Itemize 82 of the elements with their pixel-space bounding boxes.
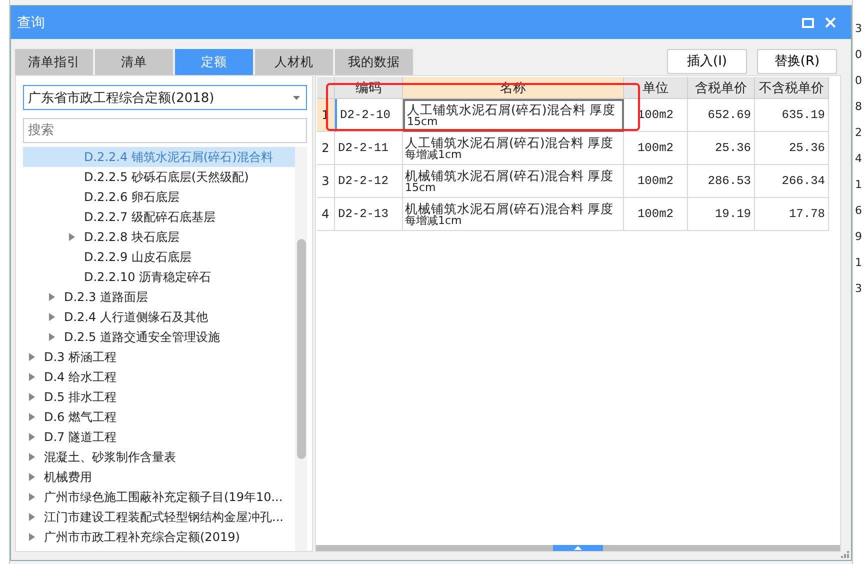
column-header: 含税单价 [688,77,755,99]
expand-arrow-icon[interactable] [29,353,35,361]
tree-item[interactable]: D.2.2.10 沥青稳定碎石 [23,267,295,287]
action-button[interactable]: 替换(R) [757,48,837,74]
expand-arrow-icon[interactable] [29,473,35,481]
sheet-cell-text: 2 [854,126,863,141]
library-select[interactable]: 广东省市政工程综合定额(2018) [23,85,307,110]
table-cell: 17.78 [755,198,829,231]
table-cell: 100m2 [624,132,688,165]
tab[interactable]: 清单 [95,49,173,75]
search-field[interactable]: 搜索 [23,118,307,143]
tree-item[interactable]: D.2.4 人行道侧缘石及其他 [23,307,295,327]
tree-item[interactable]: D.6 燃气工程 [23,407,295,427]
window-title: 查询 [17,14,46,32]
table-cell: 100m2 [624,99,688,132]
tree-item[interactable]: D.2.2.8 块石底层 [23,227,295,247]
tree-item[interactable]: D.2.5 道路交通安全管理设施 [23,327,295,347]
tab[interactable]: 人材机 [255,49,333,75]
expand-arrow-icon[interactable] [69,233,75,241]
expand-arrow-icon[interactable] [29,433,35,441]
column-header: 不含税单价 [755,77,829,99]
tree-item[interactable]: D.2.3 道路面层 [23,287,295,307]
sheet-cell-text: 3 [854,282,863,297]
action-button[interactable]: 插入(I) [667,48,747,74]
row-number: 3 [317,165,335,198]
sheet-cell-text: 3 [854,22,863,37]
expand-arrow-icon[interactable] [49,313,55,321]
table-cell: 635.19 [755,99,829,132]
tree-item[interactable]: D.4 给水工程 [23,367,295,387]
table-cell: D2-2-11 [335,132,403,165]
sheet-cell-text: 0 [854,74,863,89]
tree-item[interactable]: 广州市绿色施工围蔽补充定额子目(19年10... [23,487,295,507]
tree-item[interactable]: 广州市市政工程补充综合定额(2019) [23,527,295,547]
tree-item[interactable]: D.2.2.6 卵石底层 [23,187,295,207]
row-number: 4 [317,198,335,231]
tree-item[interactable]: D.2.2.9 山皮石底层 [23,247,295,267]
expand-arrow-icon[interactable] [29,393,35,401]
tree-item[interactable]: D.5 排水工程 [23,387,295,407]
table-cell: D2-2-13 [335,198,403,231]
table-cell: 100m2 [624,165,688,198]
expand-arrow-icon[interactable] [29,493,35,501]
table-cell: 19.19 [688,198,755,231]
table-cell: 266.34 [755,165,829,198]
expand-arrow-icon[interactable] [29,513,35,521]
table-cell: 25.36 [755,132,829,165]
table-cell: 286.53 [688,165,755,198]
expand-arrow-icon[interactable] [29,373,35,381]
dropdown-caret-icon [293,96,300,100]
table-cell: D2-2-10 [335,99,403,132]
close-icon [824,17,836,28]
tree-item[interactable]: D.7 隧道工程 [23,427,295,447]
sheet-cell-text: 1 [854,256,863,271]
tab[interactable]: 我的数据 [335,49,413,75]
table-cell: 25.36 [688,132,755,165]
tree-item[interactable]: 江门市建设工程装配式轻型钢结构金屋冲孔... [23,507,295,527]
table-cell: 100m2 [624,198,688,231]
table-cell: 652.69 [688,99,755,132]
scrollbar[interactable] [295,147,307,551]
maximize-icon [802,18,814,28]
tree-item[interactable]: D.2.2.5 砂砾石底层(天然级配) [23,167,295,187]
sheet-cell-text: 4 [854,152,863,167]
expand-arrow-icon[interactable] [49,293,55,301]
expand-arrow-icon[interactable] [29,533,35,541]
resize-grip-icon[interactable] [841,550,849,558]
table-cell: D2-2-12 [335,165,403,198]
tree-item[interactable]: D.3 桥涵工程 [23,347,295,367]
sheet-cell-text: 1 [854,178,863,193]
tree-item[interactable]: D.2.2.7 级配碎石底基层 [23,207,295,227]
sheet-cell-text: 8 [854,100,863,115]
expand-arrow-icon[interactable] [49,333,55,341]
expand-arrow-icon[interactable] [29,453,35,461]
scrollbar[interactable] [316,545,840,551]
tree-item[interactable]: 机械费用 [23,467,295,487]
sheet-cell-text: 0 [854,48,863,63]
row-number: 2 [317,132,335,165]
tree-item[interactable]: 混凝土、砂浆制作含量表 [23,447,295,467]
sheet-cell-text: 6 [854,204,863,219]
tab[interactable]: 清单指引 [15,49,93,75]
sheet-cell-text: 9 [854,230,863,245]
name-cell: 人工铺筑水泥石屑(碎石)混合料 厚度 15cm [403,99,624,132]
column-header: 单位 [624,77,688,99]
expand-arrow-icon[interactable] [29,413,35,421]
